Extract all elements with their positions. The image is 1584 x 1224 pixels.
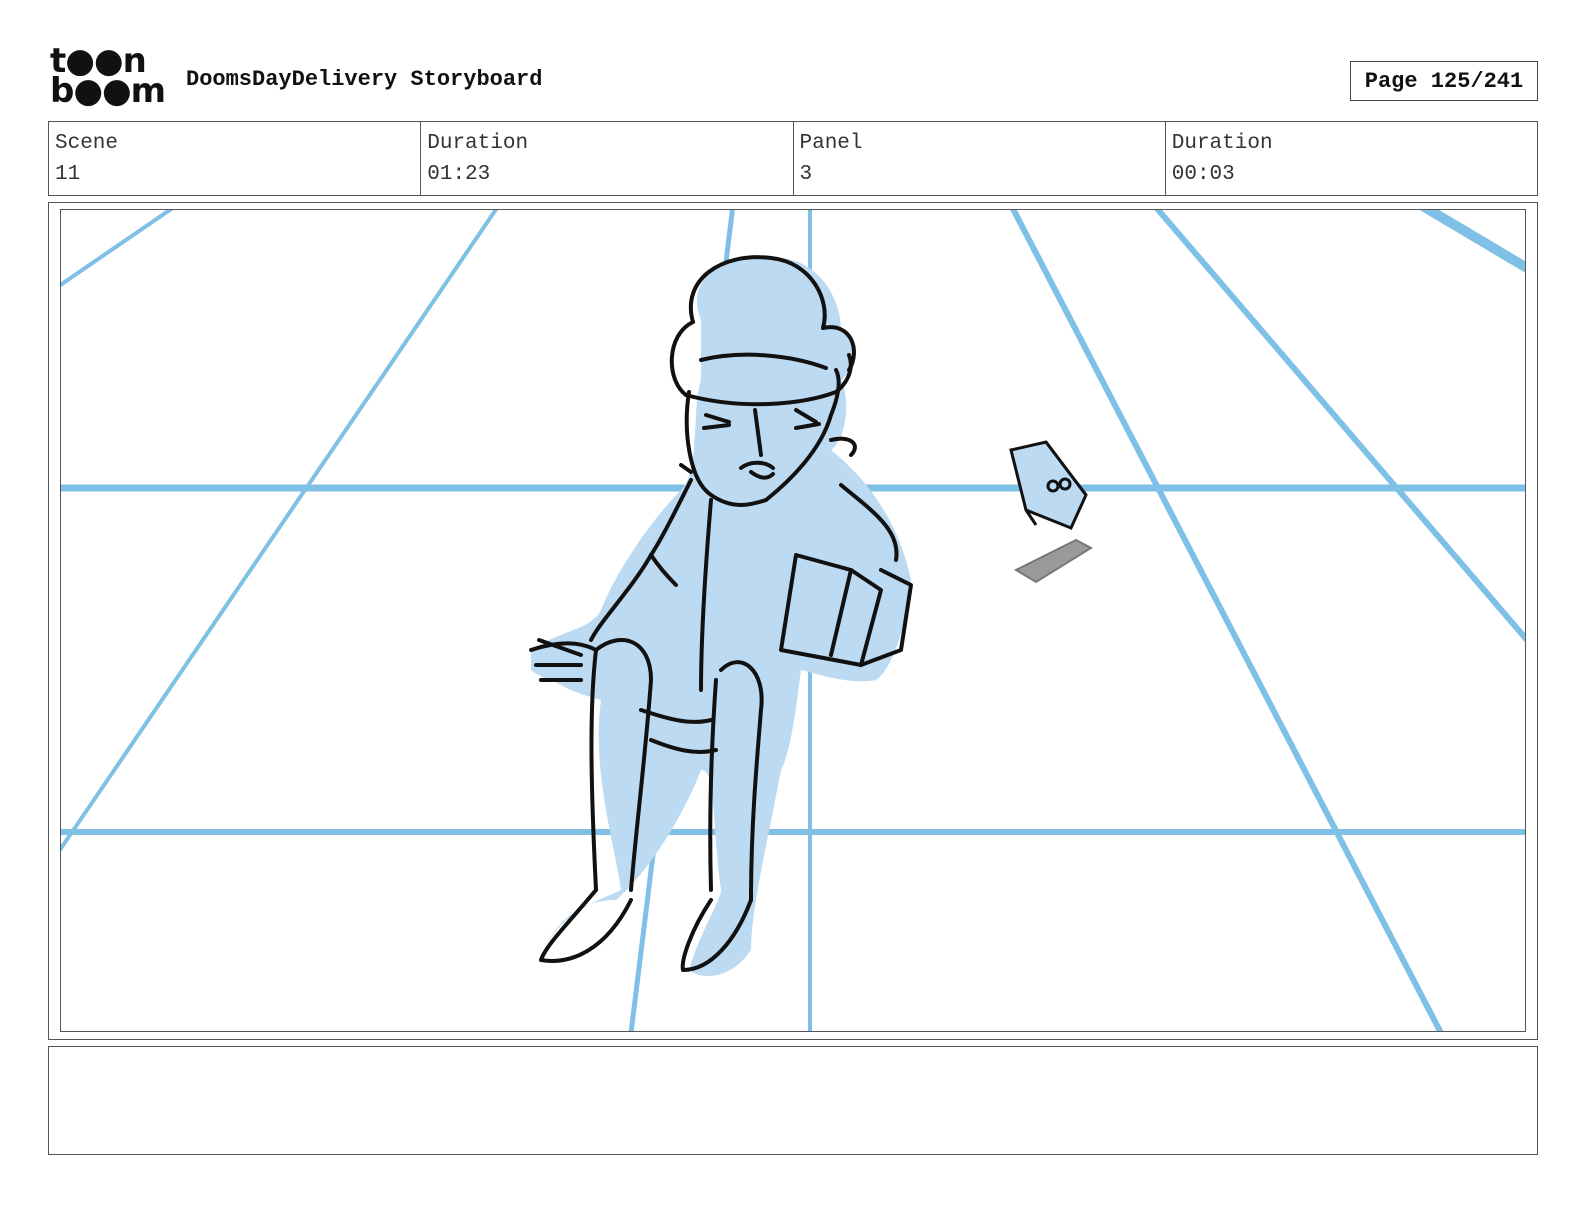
panel-info-bar: Scene 11 Duration 01:23 Panel 3 Duration… (48, 121, 1538, 196)
scene-cell: Scene 11 (49, 122, 422, 195)
scene-duration-value: 01:23 (427, 163, 491, 186)
panel-frame (60, 209, 1526, 1032)
panel-duration-label: Duration (1171, 132, 1273, 155)
scene-label: Scene (55, 132, 119, 155)
character-fill (531, 256, 911, 976)
storyboard-title: DoomsDayDelivery Storyboard (186, 67, 543, 92)
panel-value: 3 (799, 163, 813, 186)
scene-value: 11 (55, 163, 81, 186)
page-indicator: Page 125/241 (1350, 61, 1538, 101)
scene-duration-cell: Duration 01:23 (421, 122, 794, 195)
panel-duration-cell: Duration 00:03 (1166, 122, 1537, 195)
panel-label: Panel (799, 132, 863, 155)
toonboom-logo: t●●n b●●m (50, 44, 168, 114)
panel-duration-value: 00:03 (1171, 163, 1235, 186)
device-shadow (1013, 538, 1094, 584)
storyboard-sketch (61, 210, 1525, 1031)
scene-duration-label: Duration (427, 132, 529, 155)
flying-device-prop (1009, 440, 1088, 530)
panel-notes (48, 1046, 1538, 1155)
logo-line-2: b●●m (50, 71, 166, 111)
panel-cell: Panel 3 (794, 122, 1166, 195)
